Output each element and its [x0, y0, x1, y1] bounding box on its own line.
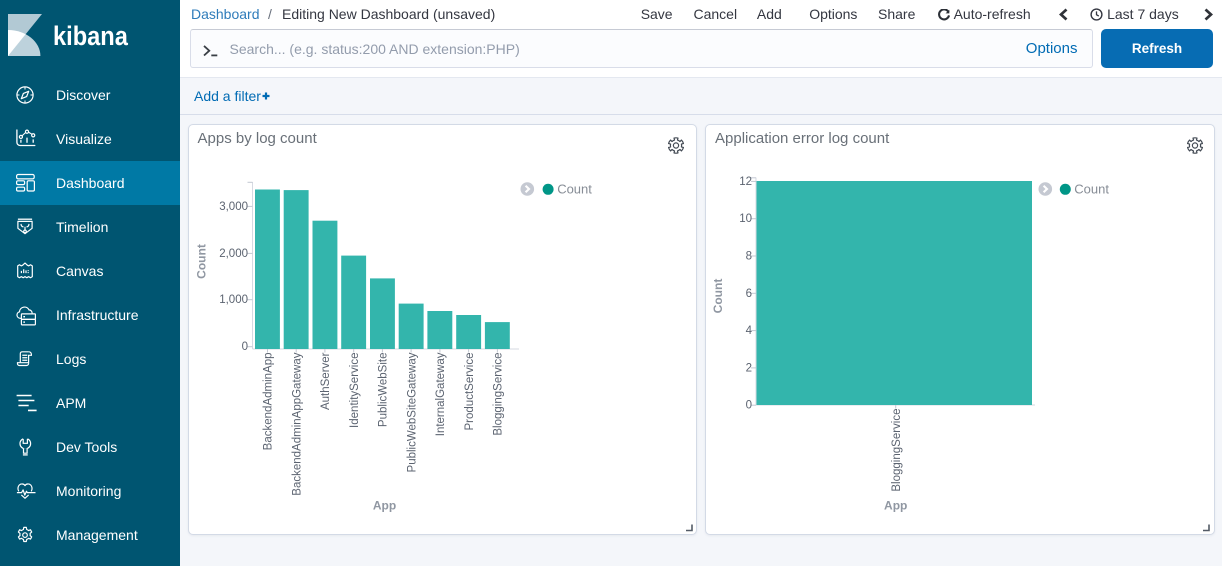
svg-text:6: 6 — [746, 288, 752, 300]
svg-text:PublicWebSiteGateway: PublicWebSiteGateway — [406, 352, 418, 472]
svg-text:Count: Count — [557, 182, 592, 197]
svg-text:12: 12 — [739, 176, 752, 188]
svg-text:0: 0 — [241, 341, 247, 353]
svg-text:2,000: 2,000 — [219, 248, 248, 260]
svg-text:BackendAdminApp: BackendAdminApp — [262, 353, 274, 451]
svg-text:ProductService: ProductService — [463, 353, 475, 431]
svg-text:Count: Count — [1074, 182, 1109, 197]
svg-text:App: App — [372, 499, 395, 513]
svg-text:8: 8 — [746, 251, 752, 263]
svg-text:2: 2 — [746, 362, 752, 374]
svg-text:10: 10 — [739, 213, 752, 225]
svg-text:App: App — [884, 499, 907, 513]
svg-text:IdentityService: IdentityService — [348, 353, 360, 428]
svg-text:1,000: 1,000 — [219, 294, 248, 306]
svg-text:BackendAdminAppGateway: BackendAdminAppGateway — [291, 352, 303, 495]
svg-text:BloggingService: BloggingService — [891, 409, 903, 492]
svg-text:PublicWebSite: PublicWebSite — [377, 353, 389, 428]
svg-text:BloggingService: BloggingService — [492, 353, 504, 436]
svg-text:AuthServer: AuthServer — [320, 352, 332, 410]
svg-text:3,000: 3,000 — [219, 201, 248, 213]
svg-text:4: 4 — [746, 325, 753, 337]
svg-text:Count: Count — [194, 244, 208, 279]
svg-text:Count: Count — [711, 279, 725, 314]
svg-text:InternalGateway: InternalGateway — [435, 352, 447, 436]
svg-text:0: 0 — [746, 400, 752, 412]
